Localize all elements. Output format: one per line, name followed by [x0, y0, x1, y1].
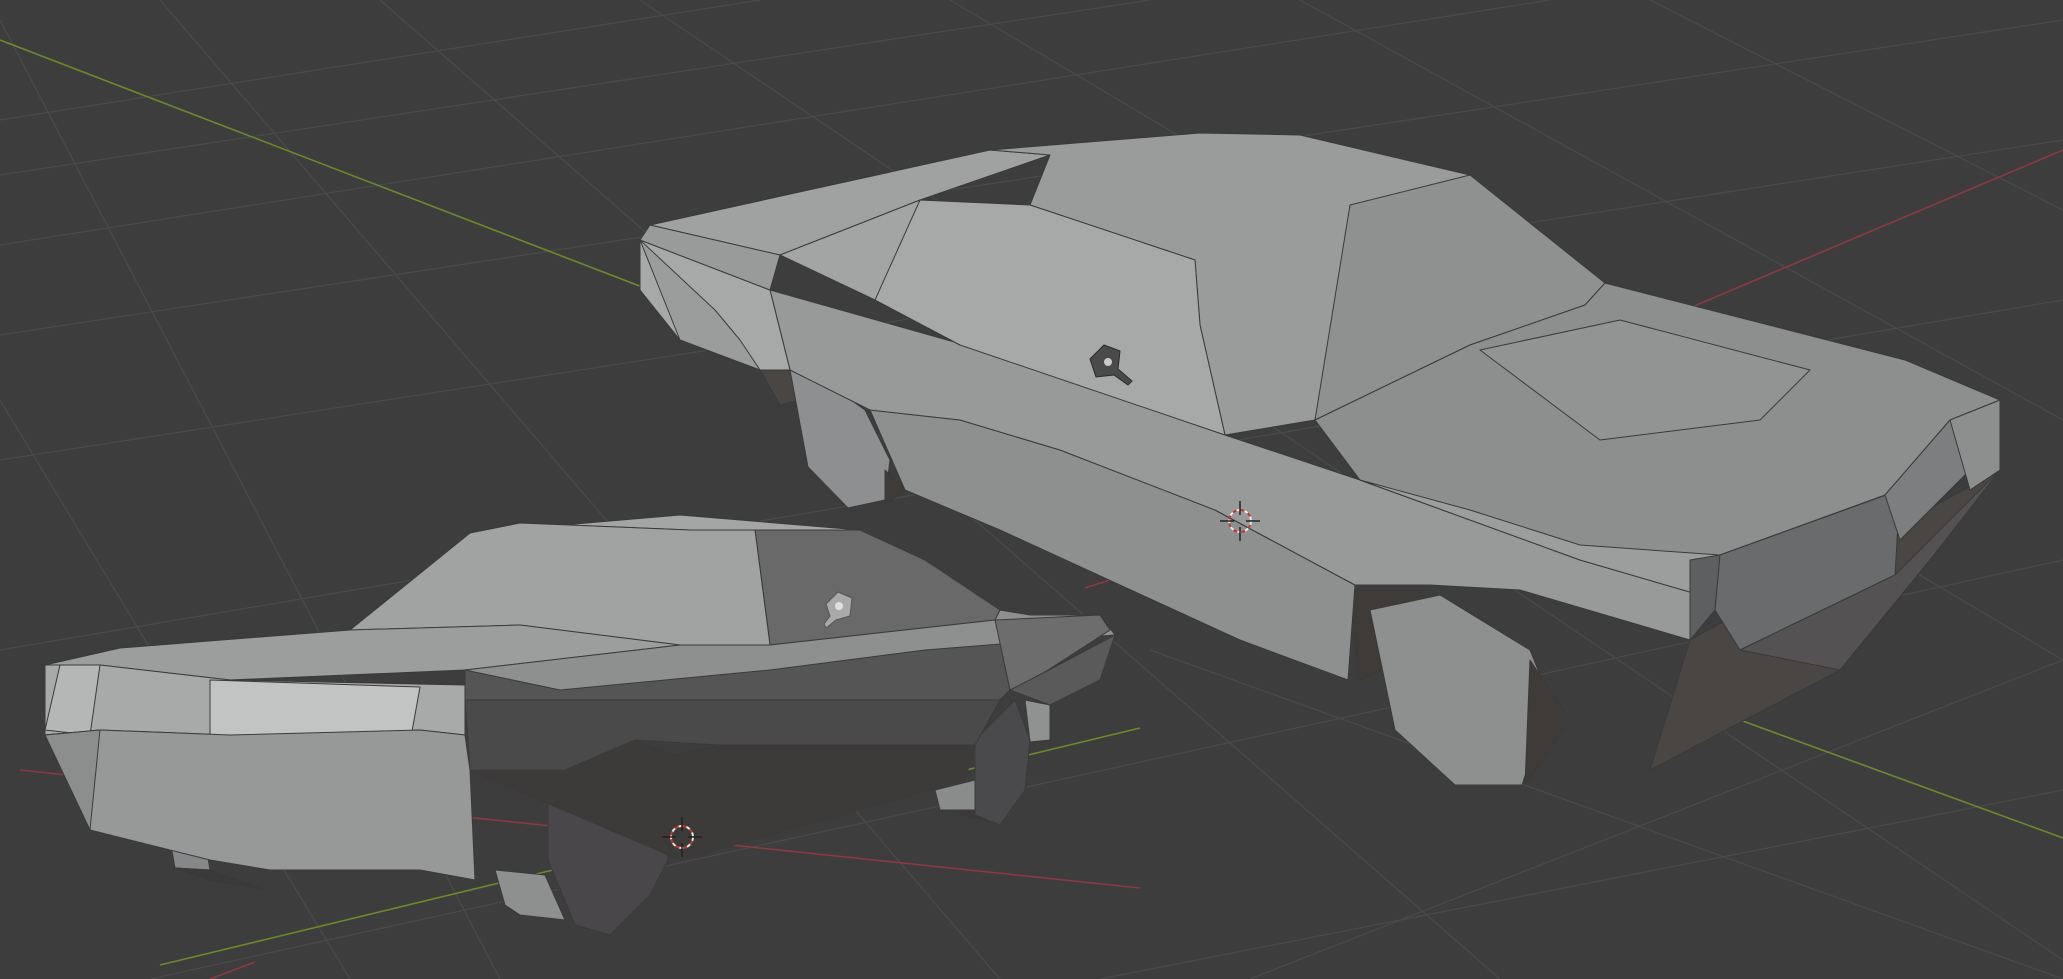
3d-viewport[interactable]: [0, 0, 2063, 979]
car-small[interactable]: [44, 514, 1116, 936]
y-axis-line: [1739, 719, 2063, 839]
x-axis-line: [1679, 149, 2063, 313]
y-axis-line: [0, 39, 651, 291]
